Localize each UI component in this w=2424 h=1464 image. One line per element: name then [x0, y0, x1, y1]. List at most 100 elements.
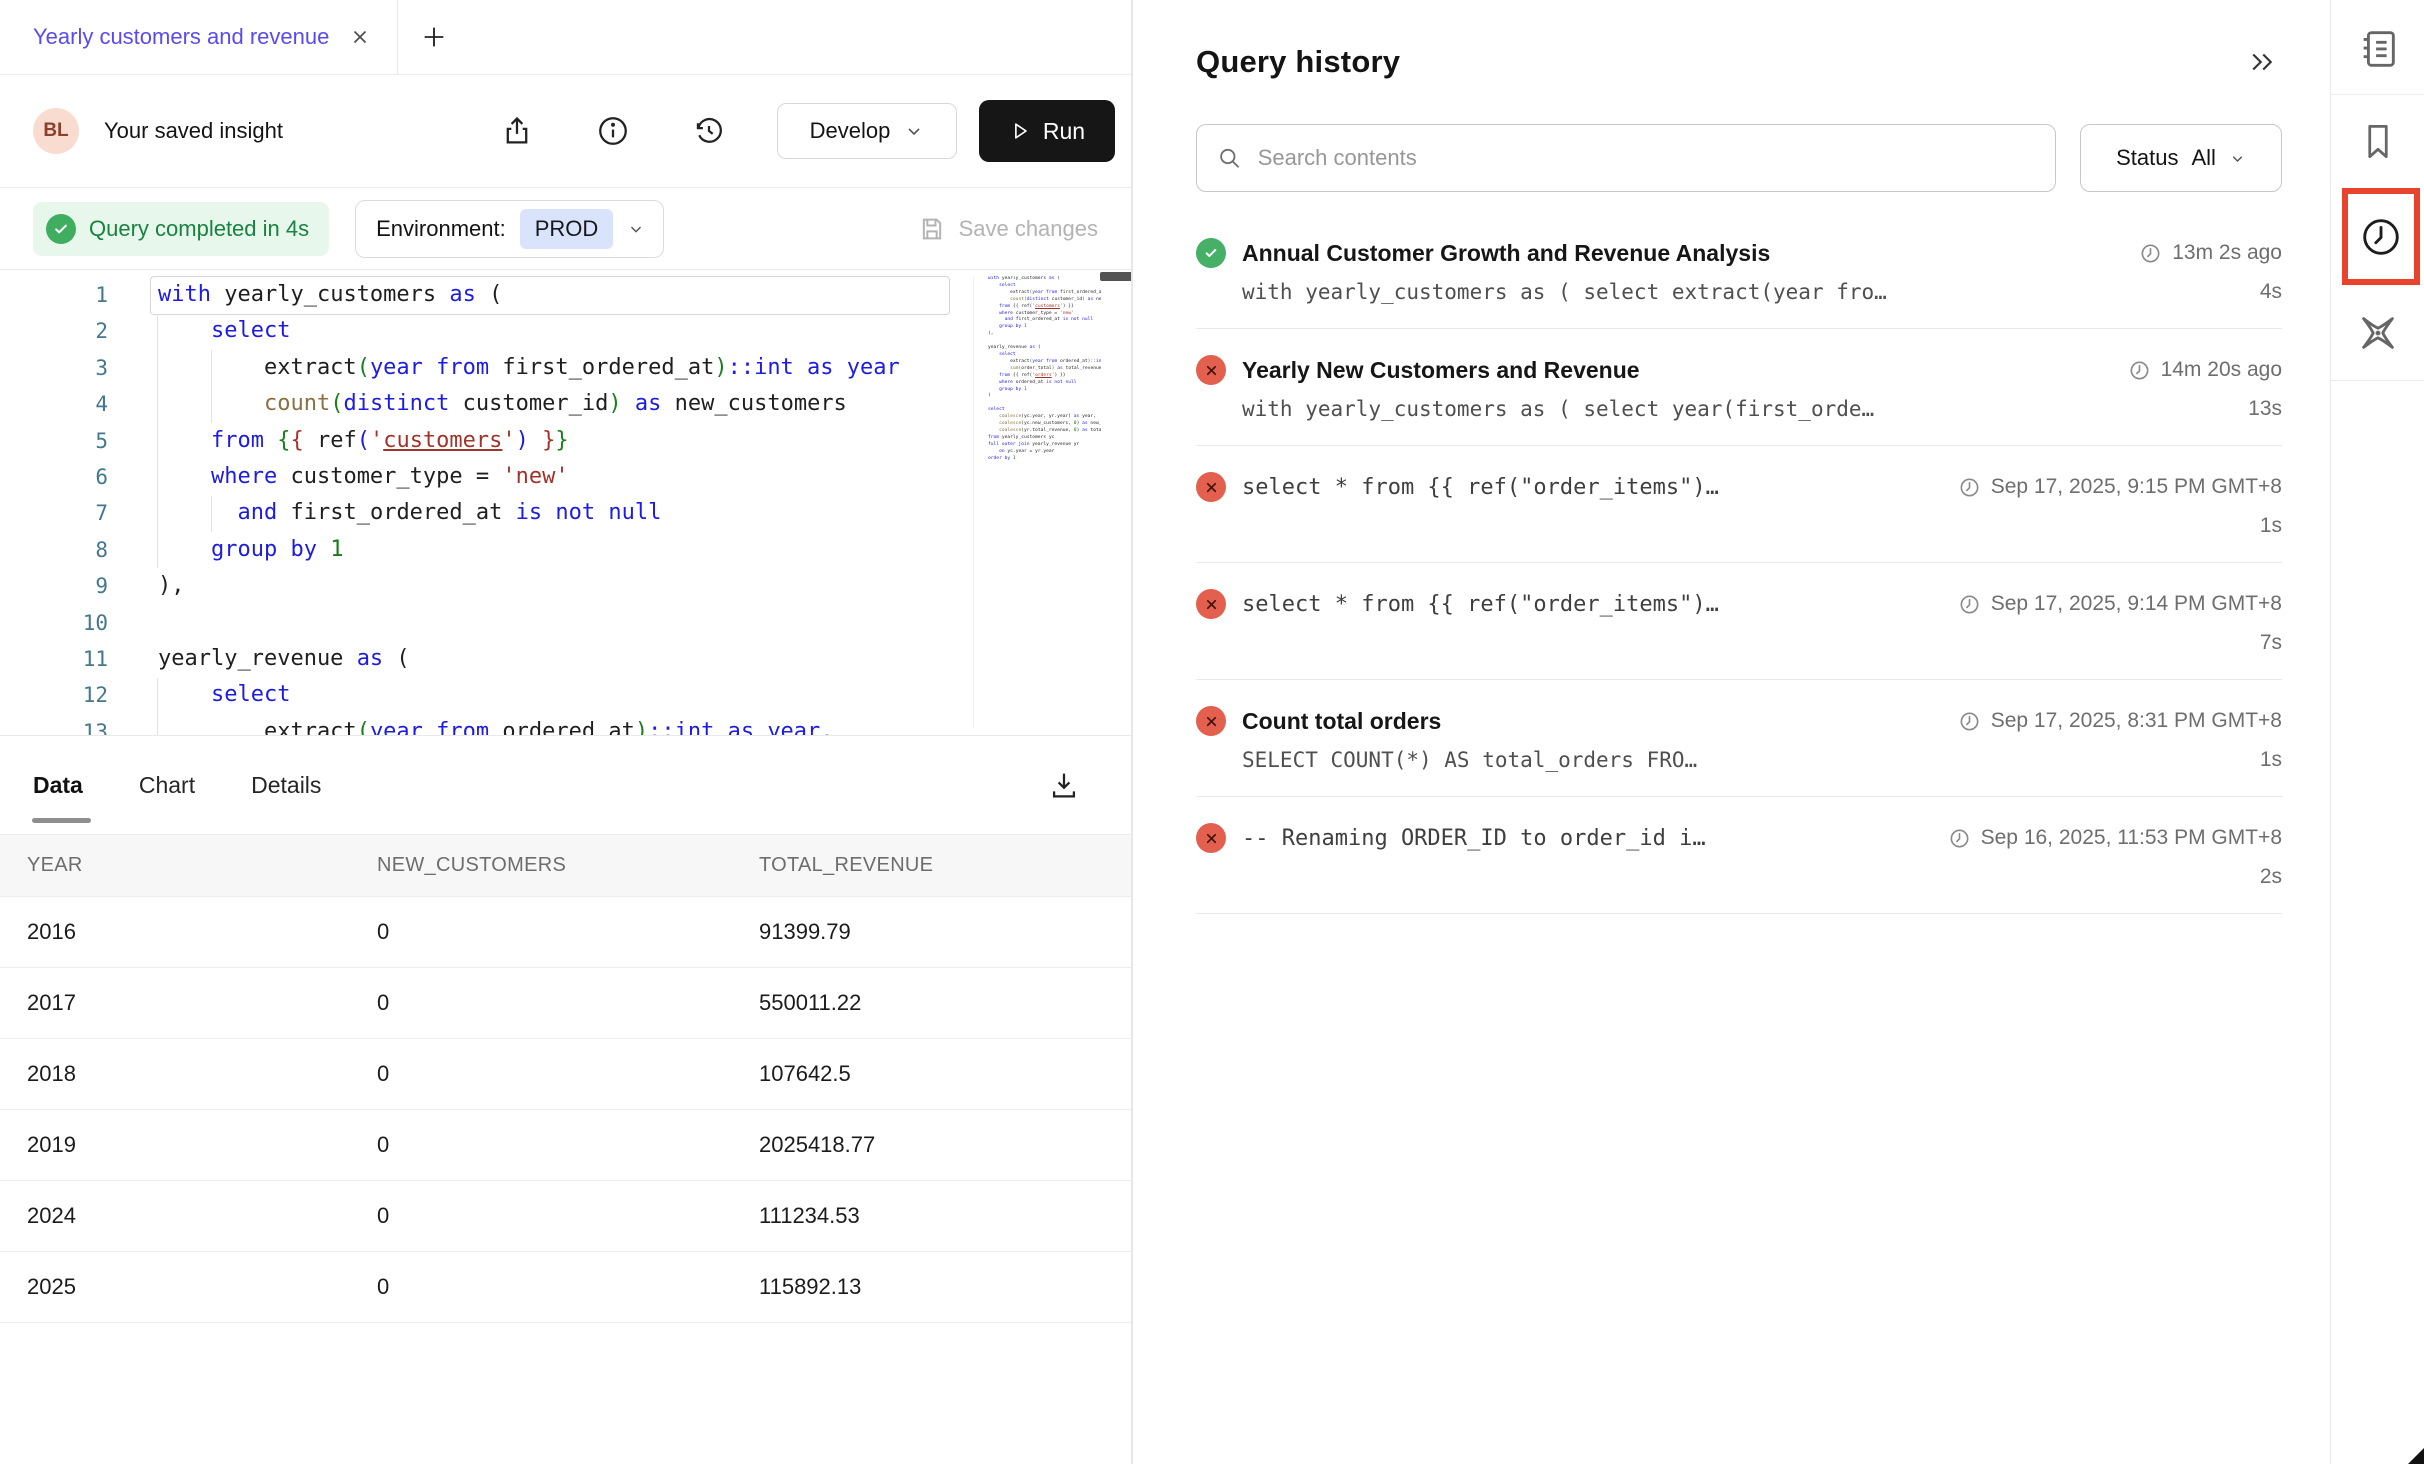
save-changes-button[interactable]: Save changes: [918, 215, 1098, 243]
table-cell: 2024: [0, 1203, 377, 1229]
status-filter-value: All: [2191, 145, 2215, 171]
line-number: 6: [0, 459, 108, 495]
clock-icon: [2358, 214, 2404, 260]
info-button[interactable]: [591, 109, 635, 153]
notebook-button[interactable]: [2331, 18, 2424, 78]
code-line: group by 1: [988, 387, 1101, 394]
divider: [1196, 913, 2282, 914]
history-item[interactable]: select * from {{ ref("order_items")…Sep …: [1196, 446, 2282, 562]
tab-chart[interactable]: Chart: [139, 736, 195, 834]
tab-yearly-customers-and-revenue[interactable]: Yearly customers and revenue: [0, 0, 398, 74]
code-line: yearly_revenue as (: [158, 641, 970, 677]
line-number: 1: [0, 277, 108, 313]
line-number: 11: [0, 641, 108, 677]
table-cell: 115892.13: [759, 1274, 1131, 1300]
query-history-button-highlighted[interactable]: [2342, 188, 2420, 285]
code-line: yearly_revenue as (: [988, 345, 1101, 352]
code-line: ): [988, 393, 1101, 400]
table-row[interactable]: 20180107642.5: [0, 1039, 1131, 1110]
line-number: 12: [0, 677, 108, 713]
chevron-down-icon: [2229, 150, 2246, 167]
play-icon: [1009, 120, 1031, 142]
code-line: group by 1: [158, 532, 970, 568]
bookmark-button[interactable]: [2331, 112, 2424, 172]
code-line: group by 1: [988, 324, 1101, 331]
status-error-icon: [1196, 823, 1226, 853]
code-line: on yc.year = yr.year: [988, 449, 1101, 456]
code-line: count(distinct customer_id) as new_custo…: [158, 386, 970, 422]
close-tab-icon[interactable]: [349, 26, 371, 48]
table-row[interactable]: 20250115892.13: [0, 1252, 1131, 1323]
line-number: 7: [0, 495, 108, 531]
chevron-down-icon: [627, 220, 645, 238]
history-item[interactable]: Yearly New Customers and Revenue14m 20s …: [1196, 329, 2282, 445]
version-history-button[interactable]: [687, 109, 731, 153]
table-cell: 0: [377, 1274, 759, 1300]
search-input[interactable]: [1258, 145, 2035, 171]
table-cell: 550011.22: [759, 990, 1131, 1016]
table-row[interactable]: 2016091399.79: [0, 897, 1131, 968]
develop-dropdown[interactable]: Develop: [777, 103, 957, 159]
editor-minimap[interactable]: with yearly_customers as ( select extrac…: [973, 276, 1101, 728]
code-line: count(distinct customer_id) as new_custo…: [988, 297, 1101, 304]
environment-value: PROD: [520, 209, 614, 249]
panel-title: Query history: [1196, 44, 1400, 80]
history-item[interactable]: Annual Customer Growth and Revenue Analy…: [1196, 212, 2282, 328]
code-line: coalesce(yc.new_customers, 0) as new_cus…: [988, 421, 1101, 428]
tab-title: Yearly customers and revenue: [33, 24, 329, 50]
history-item-query: SELECT COUNT(*) AS total_orders FRO…: [1242, 748, 1697, 772]
table-row[interactable]: 20240111234.53: [0, 1181, 1131, 1252]
run-button[interactable]: Run: [979, 100, 1115, 162]
avatar[interactable]: BL: [33, 108, 79, 154]
query-status-badge: Query completed in 4s: [33, 202, 329, 256]
history-item-duration: 7s: [2260, 631, 2282, 655]
tab-data[interactable]: Data: [33, 736, 83, 834]
bookmark-icon: [2356, 120, 2400, 164]
table-cell: 0: [377, 1203, 759, 1229]
code-line: select: [158, 313, 970, 349]
code-line: from {{ ref('orders') }}: [988, 373, 1101, 380]
results-tabs: Data Chart Details: [0, 736, 1131, 835]
table-cell: 111234.53: [759, 1203, 1131, 1229]
code-line: extract(year from first_ordered_at)::int…: [158, 350, 970, 386]
editor-code[interactable]: with yearly_customers as ( select extrac…: [158, 277, 970, 735]
sql-editor[interactable]: 12345678910111213 with yearly_customers …: [0, 270, 1131, 735]
download-button[interactable]: [1042, 763, 1086, 807]
history-item[interactable]: -- Renaming ORDER_ID to order_id i…Sep 1…: [1196, 797, 2282, 913]
editor-panel: Yearly customers and revenue BL Your sav…: [0, 0, 1133, 1464]
line-number: 4: [0, 386, 108, 422]
version-history-icon: [692, 114, 726, 148]
editor-gutter: 12345678910111213: [0, 277, 108, 735]
line-number: 3: [0, 350, 108, 386]
environment-selector[interactable]: Environment: PROD: [355, 200, 664, 258]
collapse-panel-button[interactable]: [2242, 42, 2282, 82]
environment-label: Environment:: [376, 216, 506, 242]
download-icon: [1047, 768, 1081, 802]
share-button[interactable]: [495, 109, 539, 153]
success-check-icon: [46, 214, 76, 244]
table-cell: 2025418.77: [759, 1132, 1131, 1158]
query-status-text: Query completed in 4s: [89, 216, 309, 242]
status-filter-dropdown[interactable]: Status All: [2080, 124, 2282, 192]
history-item-query: -- Renaming ORDER_ID to order_id i…: [1242, 826, 1706, 851]
code-line: extract(year from ordered_at)::int as ye…: [158, 714, 970, 735]
history-item[interactable]: Count total ordersSep 17, 2025, 8:31 PM …: [1196, 680, 2282, 796]
scrollbar-thumb[interactable]: [1100, 272, 1131, 281]
history-list: Annual Customer Growth and Revenue Analy…: [1196, 212, 2282, 914]
column-header-total-revenue: TOTAL_REVENUE: [759, 854, 1131, 877]
tab-details[interactable]: Details: [251, 736, 321, 834]
search-box[interactable]: [1196, 124, 2056, 192]
history-item-timestamp: 14m 20s ago: [2108, 358, 2282, 382]
column-header-new-customers: NEW_CUSTOMERS: [377, 854, 759, 877]
double-chevron-right-icon: [2247, 47, 2277, 77]
table-row[interactable]: 20170550011.22: [0, 968, 1131, 1039]
explore-button[interactable]: [2331, 303, 2424, 363]
table-row[interactable]: 201902025418.77: [0, 1110, 1131, 1181]
code-line: ),: [158, 568, 970, 604]
app-window: Yearly customers and revenue BL Your sav…: [0, 0, 2424, 1464]
table-cell: 2017: [0, 990, 377, 1016]
line-number: 13: [0, 714, 108, 735]
history-item-duration: 4s: [2260, 280, 2282, 304]
history-item[interactable]: select * from {{ ref("order_items")…Sep …: [1196, 563, 2282, 679]
new-tab-button[interactable]: [398, 0, 470, 74]
